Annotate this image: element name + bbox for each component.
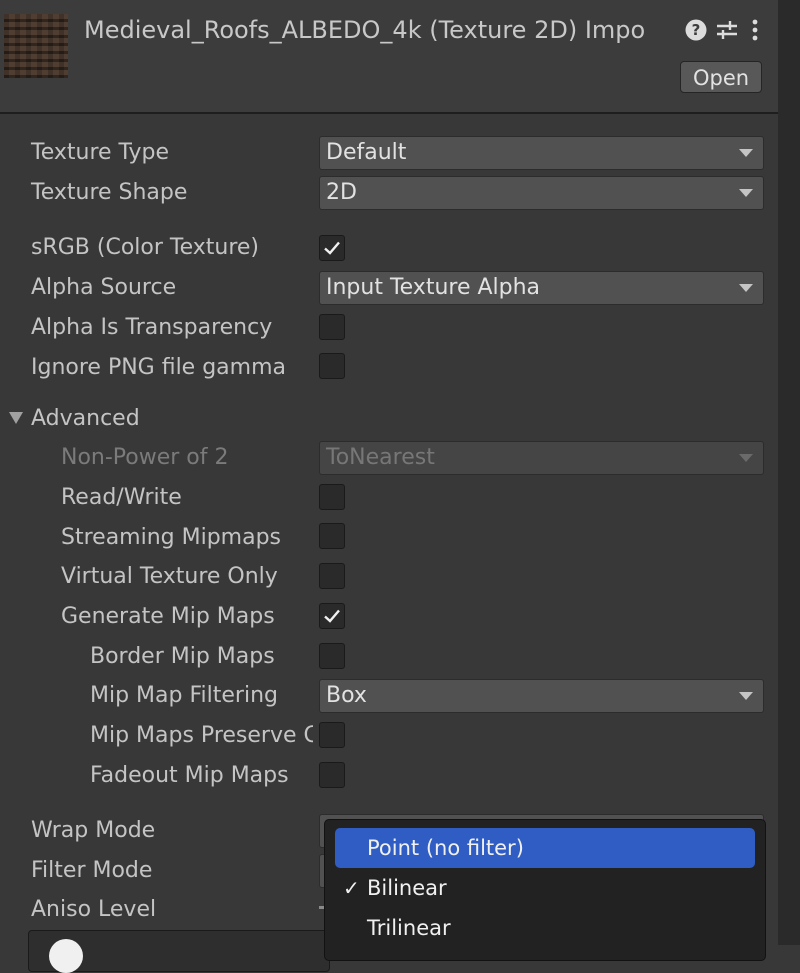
non-power-of-2-value: ToNearest: [326, 445, 435, 470]
mip-map-filtering-dropdown[interactable]: Box: [319, 679, 764, 713]
streaming-mipmaps-checkbox[interactable]: [319, 523, 345, 549]
dropdown-arrow-icon: [739, 189, 753, 197]
filter-mode-label: Filter Mode: [31, 858, 153, 883]
virtual-texture-only-checkbox[interactable]: [319, 563, 345, 589]
advanced-foldout-arrow-icon[interactable]: [9, 412, 23, 424]
preset-sliders-icon[interactable]: [715, 18, 739, 42]
srgb-label: sRGB (Color Texture): [31, 235, 260, 260]
filter-option-label: Trilinear: [367, 916, 451, 940]
mip-map-filtering-value: Box: [326, 683, 367, 708]
alpha-source-dropdown[interactable]: Input Texture Alpha: [319, 271, 764, 305]
texture-type-label: Texture Type: [31, 140, 170, 165]
texture-thumbnail[interactable]: [4, 14, 68, 78]
filter-option-point[interactable]: Point (no filter): [335, 828, 755, 868]
wrap-mode-label: Wrap Mode: [31, 818, 156, 843]
fadeout-mip-maps-checkbox[interactable]: [319, 762, 345, 788]
filter-option-trilinear[interactable]: Trilinear: [335, 908, 755, 948]
alpha-source-label: Alpha Source: [31, 275, 177, 300]
help-icon[interactable]: ?: [684, 18, 708, 42]
non-power-of-2-label: Non-Power of 2: [61, 445, 229, 470]
mip-maps-preserve-coverage-checkbox[interactable]: [319, 722, 345, 748]
texture-shape-label: Texture Shape: [31, 180, 188, 205]
inspector-title: Medieval_Roofs_ALBEDO_4k (Texture 2D) Im…: [84, 16, 646, 44]
scrollbar[interactable]: [778, 0, 800, 945]
bottom-platform-tab[interactable]: [28, 930, 330, 973]
advanced-foldout-label[interactable]: Advanced: [31, 405, 140, 433]
platform-icon: [49, 939, 83, 973]
border-mip-maps-label: Border Mip Maps: [90, 644, 275, 669]
selected-check-icon: ✓: [343, 876, 360, 900]
fadeout-mip-maps-label: Fadeout Mip Maps: [90, 763, 289, 788]
mip-maps-preserve-coverage-label: Mip Maps Preserve Coverage: [90, 723, 313, 748]
inspector-header: Medieval_Roofs_ALBEDO_4k (Texture 2D) Im…: [0, 0, 778, 114]
filter-option-label: Point (no filter): [367, 836, 524, 860]
alpha-transparency-label: Alpha Is Transparency: [31, 315, 273, 340]
generate-mip-maps-checkbox[interactable]: [319, 603, 345, 629]
texture-type-dropdown[interactable]: Default: [319, 136, 764, 170]
svg-text:?: ?: [692, 21, 701, 39]
read-write-label: Read/Write: [61, 485, 182, 510]
kebab-menu-icon[interactable]: [748, 18, 762, 42]
ignore-png-gamma-label: Ignore PNG file gamma: [31, 355, 286, 380]
dropdown-arrow-icon: [739, 149, 753, 157]
alpha-source-value: Input Texture Alpha: [326, 275, 541, 300]
open-button[interactable]: Open: [680, 61, 762, 93]
texture-shape-dropdown[interactable]: 2D: [319, 176, 764, 210]
dropdown-arrow-icon: [739, 284, 753, 292]
filter-option-label: Bilinear: [367, 876, 447, 900]
texture-shape-value: 2D: [326, 180, 357, 205]
filter-mode-popup-menu: Point (no filter) ✓ Bilinear Trilinear: [324, 819, 766, 961]
filter-option-bilinear[interactable]: ✓ Bilinear: [335, 868, 755, 908]
read-write-checkbox[interactable]: [319, 484, 345, 510]
checkmark-icon: [324, 241, 340, 255]
checkmark-icon: [324, 609, 340, 623]
dropdown-arrow-icon: [739, 454, 753, 462]
border-mip-maps-checkbox[interactable]: [319, 643, 345, 669]
virtual-texture-only-label: Virtual Texture Only: [61, 564, 278, 589]
alpha-transparency-checkbox[interactable]: [319, 314, 345, 340]
non-power-of-2-dropdown: ToNearest: [319, 441, 764, 475]
generate-mip-maps-label: Generate Mip Maps: [61, 604, 275, 629]
ignore-png-gamma-checkbox[interactable]: [319, 353, 345, 379]
aniso-level-label: Aniso Level: [31, 897, 157, 922]
streaming-mipmaps-label: Streaming Mipmaps: [61, 525, 282, 550]
mip-map-filtering-label: Mip Map Filtering: [90, 683, 278, 708]
dropdown-arrow-icon: [739, 692, 753, 700]
srgb-checkbox[interactable]: [319, 235, 345, 261]
texture-type-value: Default: [326, 140, 407, 165]
